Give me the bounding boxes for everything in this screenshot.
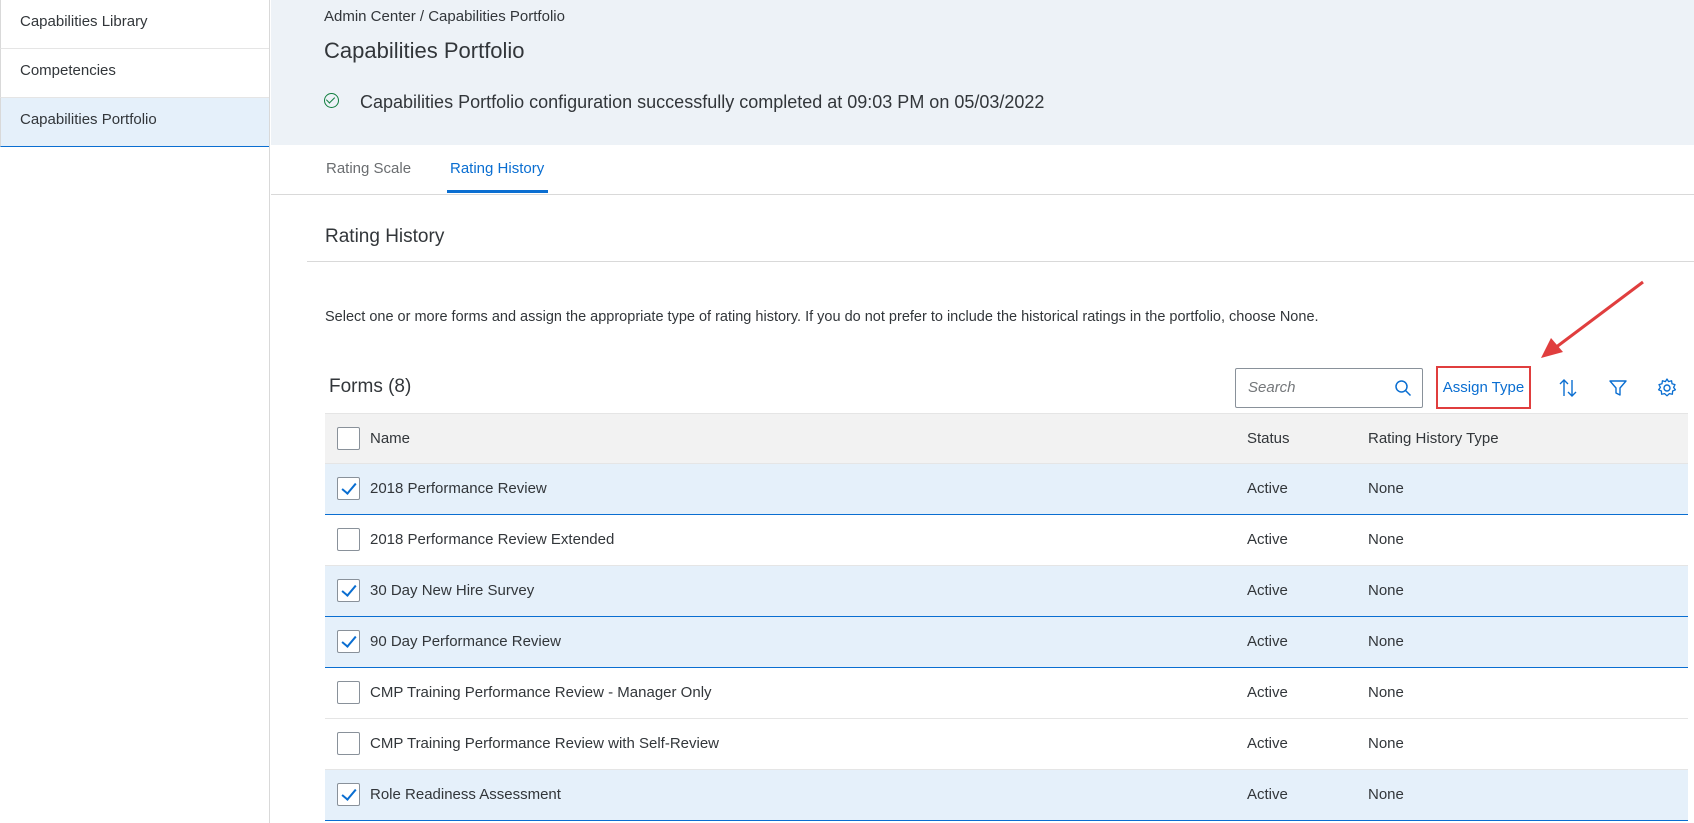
tab-rating-scale[interactable]: Rating Scale: [326, 160, 411, 177]
rating-history-type: None: [1368, 480, 1404, 497]
form-name: 90 Day Performance Review: [370, 633, 561, 650]
status-message: Capabilities Portfolio configuration suc…: [360, 92, 1045, 112]
filter-icon[interactable]: [1607, 377, 1629, 399]
row-checkbox[interactable]: [337, 630, 360, 653]
form-name: 2018 Performance Review: [370, 480, 547, 497]
forms-table: Name Status Rating History Type 2018 Per…: [325, 413, 1688, 821]
section-title: Rating History: [325, 226, 445, 247]
form-name: 30 Day New Hire Survey: [370, 582, 535, 599]
row-checkbox[interactable]: [337, 477, 360, 500]
status-message-row: Capabilities Portfolio configuration suc…: [324, 92, 1044, 113]
form-status: Active: [1247, 684, 1288, 701]
table-row[interactable]: CMP Training Performance Review with Sel…: [325, 719, 1688, 770]
main-content: Admin Center / Capabilities Portfolio Ca…: [271, 0, 1694, 823]
form-status: Active: [1247, 633, 1288, 650]
table-row[interactable]: 2018 Performance Review Extended Active No…: [325, 515, 1688, 566]
row-checkbox[interactable]: [337, 732, 360, 755]
rating-history-type: None: [1368, 786, 1404, 803]
row-checkbox[interactable]: [337, 579, 360, 602]
select-all-checkbox[interactable]: [337, 427, 360, 450]
form-status: Active: [1247, 480, 1288, 497]
form-status: Active: [1247, 735, 1288, 752]
sidebar-item-capabilities-library[interactable]: Capabilities Library: [0, 0, 269, 49]
sidebar-item-label: Capabilities Portfolio: [20, 111, 157, 128]
rating-history-type: None: [1368, 684, 1404, 701]
column-header-status: Status: [1247, 430, 1290, 447]
form-name: 2018 Performance Review Extended: [370, 531, 615, 548]
rating-history-type: None: [1368, 582, 1404, 599]
rating-history-type: None: [1368, 531, 1404, 548]
tab-bar: Rating Scale Rating History: [271, 145, 1694, 195]
rating-history-type: None: [1368, 633, 1404, 650]
form-status: Active: [1247, 582, 1288, 599]
form-status: Active: [1247, 786, 1288, 803]
table-row[interactable]: Role Readiness Assessment Active None: [325, 770, 1688, 821]
page-header: Admin Center / Capabilities Portfolio Ca…: [271, 0, 1694, 145]
breadcrumb: Admin Center / Capabilities Portfolio: [324, 8, 565, 25]
table-row[interactable]: 90 Day Performance Review Active None: [325, 617, 1688, 668]
instructions-text: Select one or more forms and assign the …: [325, 309, 1319, 325]
column-header-rating-history-type: Rating History Type: [1368, 430, 1499, 447]
row-checkbox[interactable]: [337, 528, 360, 551]
check-circle-icon: [324, 92, 339, 108]
rating-history-type: None: [1368, 735, 1404, 752]
row-checkbox[interactable]: [337, 681, 360, 704]
form-name: CMP Training Performance Review - Manage…: [370, 684, 712, 701]
sidebar-item-label: Competencies: [20, 62, 116, 79]
search-icon[interactable]: [1394, 379, 1412, 397]
divider: [307, 261, 1694, 262]
annotation-arrow: [1541, 280, 1644, 358]
tab-rating-history[interactable]: Rating History: [450, 160, 544, 177]
page-title: Capabilities Portfolio: [324, 38, 525, 63]
sidebar-item-capabilities-portfolio[interactable]: Capabilities Portfolio: [0, 98, 269, 147]
search-input[interactable]: [1248, 379, 1388, 396]
tab-active-indicator: [447, 190, 548, 193]
table-row[interactable]: 30 Day New Hire Survey Active None: [325, 566, 1688, 617]
form-name: Role Readiness Assessment: [370, 786, 561, 803]
forms-table-title: Forms (8): [329, 376, 412, 397]
row-checkbox[interactable]: [337, 783, 360, 806]
sidebar-item-label: Capabilities Library: [20, 13, 148, 30]
settings-gear-icon[interactable]: [1656, 377, 1678, 399]
assign-type-button[interactable]: Assign Type: [1436, 366, 1531, 409]
form-status: Active: [1247, 531, 1288, 548]
sort-icon[interactable]: [1557, 377, 1579, 399]
table-row[interactable]: CMP Training Performance Review - Manage…: [325, 668, 1688, 719]
table-row[interactable]: 2018 Performance Review Active None: [325, 464, 1688, 515]
sidebar-item-competencies[interactable]: Competencies: [0, 49, 269, 98]
sidebar: Capabilities Library Competencies Capabi…: [0, 0, 270, 823]
search-field[interactable]: [1235, 368, 1423, 408]
table-header: Name Status Rating History Type: [325, 413, 1688, 464]
column-header-name: Name: [370, 430, 411, 447]
form-name: CMP Training Performance Review with Sel…: [370, 735, 720, 752]
